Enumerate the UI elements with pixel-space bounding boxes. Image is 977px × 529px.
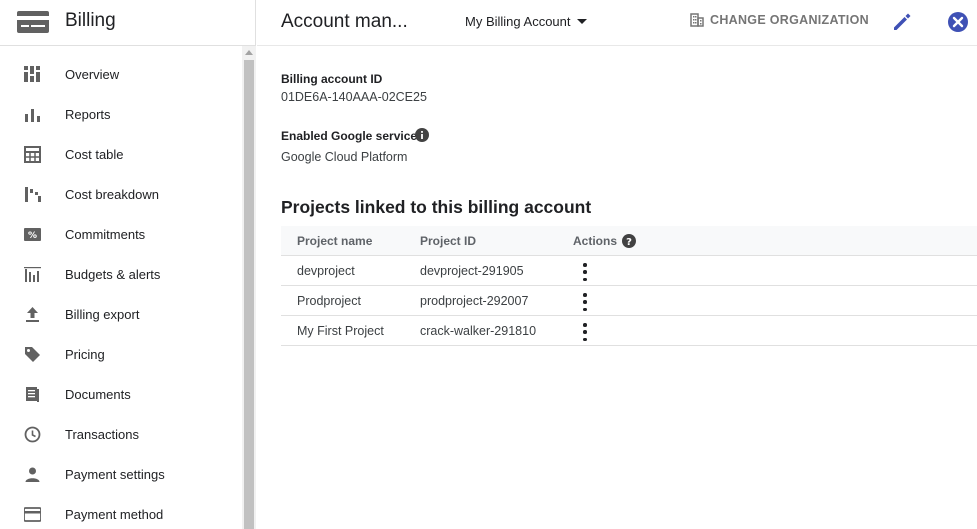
billing-account-selector[interactable]: My Billing Account [465,14,587,29]
sidebar-item-transactions[interactable]: Transactions [0,414,242,454]
dashboard-icon [24,66,40,82]
billing-card-icon [17,11,49,33]
close-icon[interactable] [947,11,969,33]
project-name-cell: My First Project [297,324,384,338]
sidebar-item-documents[interactable]: Documents [0,374,242,414]
scroll-up-arrow-icon[interactable] [245,50,253,55]
table-icon [24,146,41,163]
billing-account-id-value: 01DE6A-140AAA-02CE25 [281,90,427,104]
budget-chart-icon [24,267,41,282]
sidebar-item-commitments[interactable]: % Commitments [0,214,242,254]
bar-chart-icon [25,109,40,122]
project-id-cell: prodproject-292007 [420,294,529,308]
sidebar-item-label: Overview [65,67,120,82]
more-actions-icon[interactable] [579,263,591,281]
dropdown-arrow-icon [576,19,587,24]
sidebar-nav: Overview Reports Cost table Cost breakdo… [0,54,242,529]
table-row: My First Project crack-walker-291810 [281,316,977,346]
more-actions-icon[interactable] [579,293,591,311]
sidebar-item-label: Transactions [65,427,139,442]
sidebar-item-label: Reports [65,107,111,122]
scroll-thumb[interactable] [244,60,254,529]
project-id-cell: crack-walker-291810 [420,324,537,338]
sidebar-item-billing-export[interactable]: Billing export [0,294,242,334]
sidebar-item-label: Commitments [65,227,146,242]
sidebar-header: Billing [0,0,256,46]
help-icon[interactable]: ? [622,234,636,248]
page-title: Account man... [281,11,408,32]
billing-account-selector-label: My Billing Account [465,14,571,29]
sidebar-item-payment-settings[interactable]: Payment settings [0,454,242,494]
app-title: Billing [65,10,116,31]
sidebar: Billing Overview Reports Cost table Cost… [0,0,256,529]
billing-account-id-label: Billing account ID [281,72,383,86]
clock-icon [24,426,41,443]
enabled-service-value: Google Cloud Platform [281,150,408,164]
top-bar: Account man... My Billing Account CHANGE… [257,0,977,46]
document-icon [26,387,39,402]
sidebar-item-label: Cost table [65,147,124,162]
edit-pencil-icon[interactable] [891,11,913,33]
linked-projects-heading: Projects linked to this billing account [281,197,592,217]
sidebar-item-label: Payment method [65,507,164,522]
change-organization-button[interactable]: CHANGE ORGANIZATION [690,13,869,27]
table-row: Prodproject prodproject-292007 [281,286,977,316]
sidebar-item-cost-breakdown[interactable]: Cost breakdown [0,174,242,214]
sidebar-item-label: Cost breakdown [65,187,159,202]
building-icon [690,13,704,27]
sidebar-item-reports[interactable]: Reports [0,94,242,134]
more-actions-icon[interactable] [579,323,591,341]
enabled-service-label: Enabled Google service [281,129,418,143]
tag-icon [25,347,40,362]
sidebar-item-label: Payment settings [65,467,165,482]
project-id-cell: devproject-291905 [420,264,524,278]
project-name-cell: Prodproject [297,294,361,308]
sidebar-item-label: Budgets & alerts [65,267,161,282]
sidebar-item-budgets-alerts[interactable]: Budgets & alerts [0,254,242,294]
sidebar-item-label: Billing export [65,307,140,322]
column-header-project-name[interactable]: Project name [297,234,372,248]
sidebar-item-pricing[interactable]: Pricing [0,334,242,374]
upload-icon [26,307,39,322]
sidebar-item-overview[interactable]: Overview [0,54,242,94]
table-header: Project name Project ID Actions ? [281,226,977,256]
main-content: Billing account ID 01DE6A-140AAA-02CE25 … [257,47,977,529]
svg-text:?: ? [626,237,632,248]
linked-projects-table: Project name Project ID Actions ? devpro… [281,226,977,346]
credit-card-icon [24,507,41,522]
sidebar-item-payment-method[interactable]: Payment method [0,494,242,529]
column-header-project-id[interactable]: Project ID [420,234,476,248]
column-header-actions: Actions [573,234,618,248]
info-icon[interactable] [415,128,429,142]
sidebar-item-label: Documents [65,387,131,402]
person-icon [25,467,40,482]
svg-text:%: % [28,231,37,241]
change-organization-label: CHANGE ORGANIZATION [710,13,869,27]
percent-icon: % [24,228,41,241]
sidebar-scrollbar[interactable] [242,46,256,529]
sidebar-item-cost-table[interactable]: Cost table [0,134,242,174]
waterfall-chart-icon [25,187,41,202]
sidebar-item-label: Pricing [65,347,105,362]
project-name-cell: devproject [297,264,355,278]
table-row: devproject devproject-291905 [281,256,977,286]
